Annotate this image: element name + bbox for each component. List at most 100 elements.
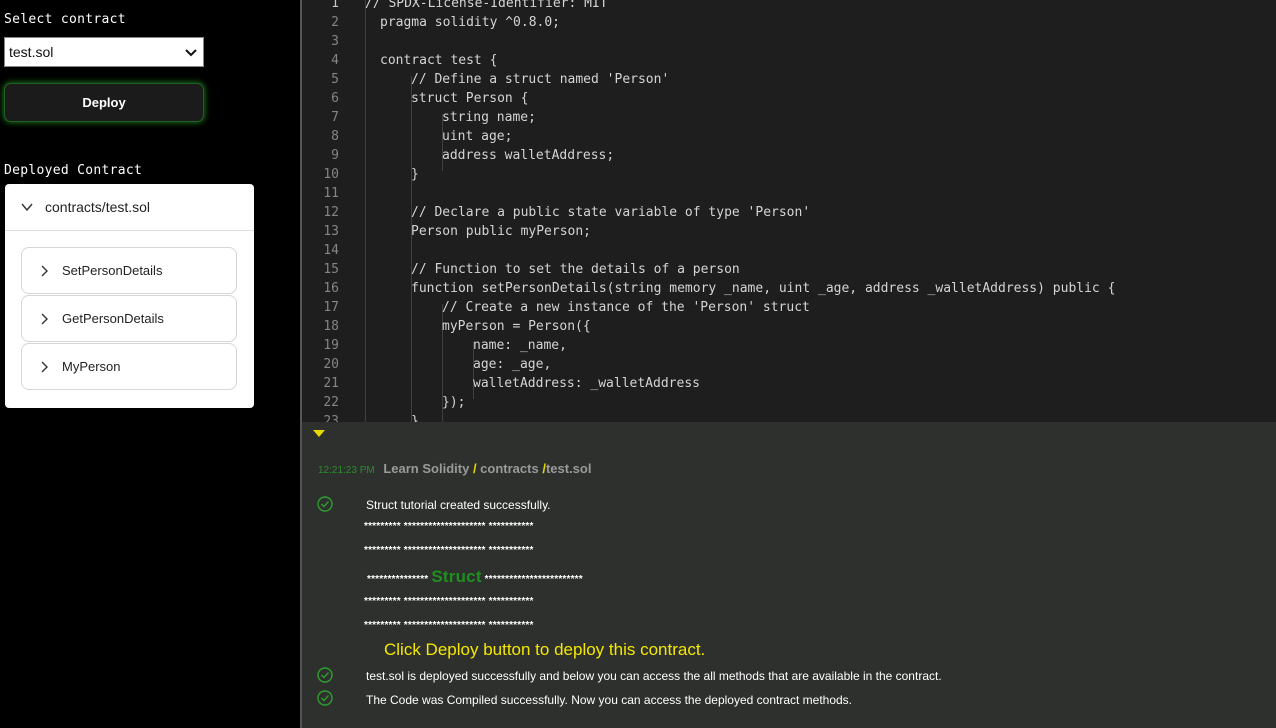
- line-number: 2: [331, 15, 339, 30]
- line-number: 4: [331, 53, 339, 68]
- chevron-right-icon: [41, 361, 48, 373]
- code-line[interactable]: 18 myPerson = Person({: [302, 319, 1276, 338]
- line-number: 7: [331, 110, 339, 125]
- code-text: // Define a struct named 'Person': [411, 72, 670, 87]
- console-breadcrumb: 12:21:23 PM Learn Solidity / contracts /…: [318, 461, 591, 476]
- left-panel: Select contract test.sol Deploy Deployed…: [0, 0, 300, 728]
- code-text: walletAddress: _walletAddress: [473, 376, 700, 391]
- code-line[interactable]: 16 function setPersonDetails(string memor…: [302, 281, 1276, 300]
- select-contract-label: Select contract: [4, 12, 126, 27]
- line-number: 16: [323, 281, 339, 296]
- code-line[interactable]: 12 // Declare a public state variable of …: [302, 205, 1276, 224]
- code-text: }: [411, 167, 419, 182]
- code-text: Person public myPerson;: [411, 224, 592, 239]
- code-line[interactable]: 5 // Define a struct named 'Person': [302, 72, 1276, 91]
- deployed-contract-name: contracts/test.sol: [45, 199, 151, 215]
- deployed-contract-panel: contracts/test.sol SetPersonDetails GetP…: [5, 184, 254, 408]
- code-line[interactable]: 9 address walletAddress;: [302, 148, 1276, 167]
- deployed-contract-header[interactable]: contracts/test.sol: [5, 184, 254, 231]
- check-circle-icon: [317, 667, 333, 683]
- code-line[interactable]: 23}: [302, 414, 1276, 422]
- breadcrumb-folder: contracts: [480, 461, 539, 476]
- code-text: }: [411, 414, 419, 422]
- line-number: 5: [331, 72, 339, 87]
- line-number: 20: [323, 357, 339, 372]
- code-text: struct Person {: [411, 91, 529, 106]
- stars-line: ********* ******************** *********…: [364, 596, 534, 607]
- code-line[interactable]: 6 struct Person {: [302, 91, 1276, 110]
- line-number: 6: [331, 91, 339, 106]
- deployed-contract-label: Deployed Contract: [4, 163, 143, 178]
- method-myperson[interactable]: MyPerson: [21, 343, 237, 390]
- stars-line: ********* ******************** *********…: [364, 521, 534, 532]
- line-number: 12: [323, 205, 339, 220]
- code-line[interactable]: 22});: [302, 395, 1276, 414]
- code-editor[interactable]: 1 // SPDX-License-Identifier: MIT 2 pragma …: [302, 0, 1276, 422]
- contract-select[interactable]: test.sol: [4, 37, 204, 67]
- method-setpersondetails[interactable]: SetPersonDetails: [21, 247, 237, 294]
- code-line[interactable]: 4 contract test {: [302, 53, 1276, 72]
- line-number: 21: [323, 376, 339, 391]
- struct-banner: *************** Struct *****************…: [367, 567, 583, 587]
- console-timestamp: 12:21:23 PM: [318, 465, 375, 476]
- code-text: uint age;: [442, 129, 513, 144]
- code-line[interactable]: 10}: [302, 167, 1276, 186]
- code-line[interactable]: 11: [302, 186, 1276, 205]
- line-number: 19: [323, 338, 339, 353]
- message-compiled: The Code was Compiled successfully. Now …: [366, 693, 853, 707]
- code-text: contract test {: [380, 53, 498, 68]
- code-text: });: [442, 395, 466, 410]
- code-text: pragma solidity ^0.8.0;: [380, 15, 561, 30]
- stars-line: ********* ******************** *********…: [364, 620, 534, 631]
- message-deployed: test.sol is deployed successfully and be…: [366, 669, 942, 683]
- code-text: // Function to set the details of a pers…: [411, 262, 740, 277]
- line-number: 11: [323, 186, 339, 201]
- check-circle-icon: [317, 496, 333, 512]
- code-text: string name;: [442, 110, 536, 125]
- method-label: MyPerson: [62, 359, 121, 374]
- output-console: 12:21:23 PM Learn Solidity / contracts /…: [302, 422, 1276, 728]
- code-line[interactable]: 13 Person public myPerson;: [302, 224, 1276, 243]
- stars-line: ********* ******************** *********…: [364, 545, 534, 556]
- line-number: 9: [331, 148, 339, 163]
- line-number: 18: [323, 319, 339, 334]
- stars-segment: ***************: [367, 574, 429, 585]
- deploy-hint: Click Deploy button to deploy this contr…: [384, 640, 706, 659]
- message-created: Struct tutorial created successfully.: [366, 498, 551, 512]
- struct-word: Struct: [431, 567, 482, 586]
- code-text: function setPersonDetails(string memory …: [411, 281, 1116, 296]
- breadcrumb-file: test.sol: [545, 461, 592, 476]
- code-line[interactable]: 21 walletAddress: _walletAddress: [302, 376, 1276, 395]
- line-number: 13: [323, 224, 339, 239]
- code-line[interactable]: 8 uint age;: [302, 129, 1276, 148]
- line-number: 14: [323, 243, 339, 258]
- chevron-down-icon: [185, 49, 197, 57]
- code-line[interactable]: 19 name: _name,: [302, 338, 1276, 357]
- code-text: // Declare a public state variable of ty…: [411, 205, 811, 220]
- method-getpersondetails[interactable]: GetPersonDetails: [21, 295, 237, 342]
- chevron-right-icon: [41, 265, 48, 277]
- code-text: myPerson = Person({: [442, 319, 591, 334]
- method-label: GetPersonDetails: [62, 311, 164, 326]
- code-line[interactable]: 14: [302, 243, 1276, 262]
- code-text: name: _name,: [473, 338, 567, 353]
- code-line[interactable]: 15 // Function to set the details of a pe…: [302, 262, 1276, 281]
- code-line[interactable]: 3: [302, 34, 1276, 53]
- code-line[interactable]: 7 string name;: [302, 110, 1276, 129]
- line-number: 1: [331, 0, 339, 11]
- code-line[interactable]: 2 pragma solidity ^0.8.0;: [302, 15, 1276, 34]
- line-number: 3: [331, 34, 339, 49]
- line-number: 23: [323, 414, 339, 422]
- stars-segment: ************************: [484, 574, 583, 585]
- collapse-triangle-icon[interactable]: [313, 430, 325, 437]
- chevron-right-icon: [41, 313, 48, 325]
- code-line[interactable]: 17 // Create a new instance of the 'Perso…: [302, 300, 1276, 319]
- deploy-button[interactable]: Deploy: [4, 83, 204, 122]
- code-line[interactable]: 20 age: _age,: [302, 357, 1276, 376]
- breadcrumb-project: Learn Solidity: [383, 461, 470, 476]
- chevron-down-icon: [21, 203, 33, 212]
- code-line[interactable]: 1 // SPDX-License-Identifier: MIT: [302, 0, 1276, 15]
- check-circle-icon: [317, 690, 333, 706]
- code-text: // Create a new instance of the 'Person'…: [442, 300, 810, 315]
- line-number: 22: [323, 395, 339, 410]
